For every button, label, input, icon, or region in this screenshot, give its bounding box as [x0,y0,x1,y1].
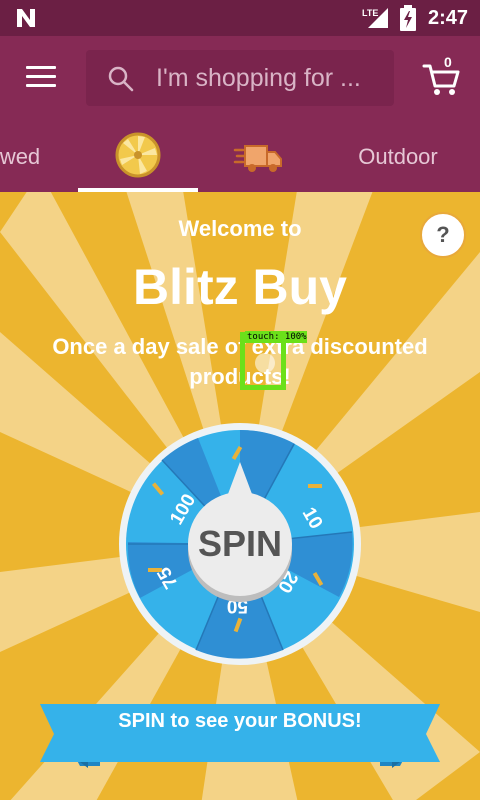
tab-blitz-buy[interactable] [78,122,198,192]
touch-indicator: touch: 100% [240,331,307,390]
search-input[interactable] [156,50,386,106]
hamburger-menu-icon[interactable] [26,66,56,90]
tab-label: Outdoor [358,144,438,169]
shopping-cart-icon[interactable]: 0 [422,54,462,98]
blitz-wheel-icon [115,132,161,178]
bonus-banner-text: SPIN to see your BONUS! [118,710,362,732]
spin-button[interactable]: SPIN [188,492,292,596]
status-bar: LTE 2:47 [0,0,480,36]
welcome-text: Welcome to [178,216,302,241]
app-toolbar: 0 [0,36,480,122]
spin-label: SPIN [197,523,283,564]
page-title: Blitz Buy [133,259,347,315]
search-icon [108,66,134,92]
cart-icon [422,64,460,95]
battery-charging-icon [399,5,416,31]
fast-delivery-icon [233,145,282,172]
notification-n-icon [17,9,35,27]
blitz-buy-page: ? Welcome to Blitz Buy Once a day sale o… [0,192,480,800]
network-label: LTE [362,8,378,18]
status-time: 2:47 [427,6,468,29]
tab-viewed[interactable]: wed [0,122,50,192]
category-tabs: wed Outdoor [0,122,480,192]
segment-label-50: 50 [227,595,248,616]
tab-label: wed [0,144,41,169]
lte-signal-icon: LTE [362,8,388,28]
tab-fast-delivery[interactable] [198,122,318,192]
spin-wheel[interactable]: 10 20 50 75 100 SPIN [118,422,362,666]
touch-dot [255,353,275,373]
bonus-banner[interactable]: SPIN to see your BONUS! [40,692,440,772]
search-bar[interactable] [86,50,394,106]
cart-count-badge: 0 [444,54,452,70]
touch-label: touch: 100% [245,331,307,343]
tab-outdoor[interactable]: Outdoor [338,122,458,192]
